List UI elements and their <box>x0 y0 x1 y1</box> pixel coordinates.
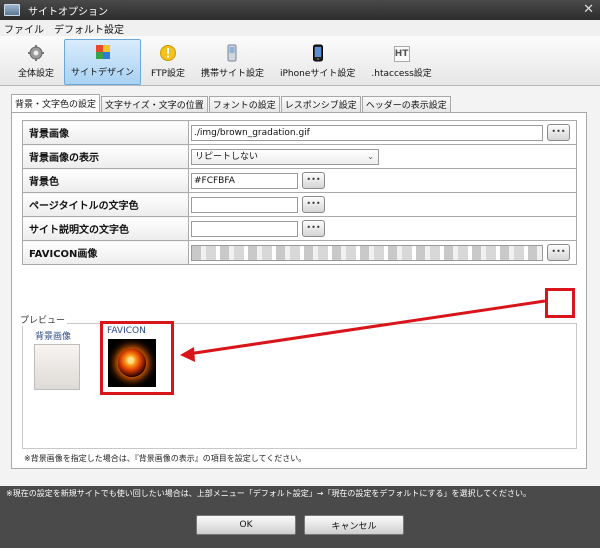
close-button[interactable]: ✕ <box>583 2 594 17</box>
favicon-input[interactable] <box>191 244 543 261</box>
bg-color-picker-button[interactable]: ••• <box>302 172 325 189</box>
tool-label: 携帯サイト設定 <box>200 69 264 79</box>
footer: ※現在の設定を新規サイトでも使い回したい場合は、上部メニュー「デフォルト設定」→… <box>0 486 600 548</box>
settings-table: 背景画像 ./img/brown_gradation.gif ••• 背景画像の表… <box>22 120 577 265</box>
page-title-color-picker-button[interactable]: ••• <box>302 196 325 213</box>
preview-area: 背景画像 FAVICON <box>22 321 577 449</box>
tool-general-settings[interactable]: 全体設定 <box>12 39 60 85</box>
row-site-desc-color: サイト説明文の文字色 ••• <box>22 216 577 241</box>
bg-display-value: リピートしない <box>195 151 259 162</box>
window-title: サイトオプション <box>28 6 108 18</box>
row-bg-image: 背景画像 ./img/brown_gradation.gif ••• <box>22 120 577 145</box>
tool-label: サイトデザイン <box>71 68 135 78</box>
preview-label: プレビュー <box>18 313 68 326</box>
menu-bar: ファイル デフォルト設定 <box>0 20 600 36</box>
ok-button[interactable]: OK <box>196 515 296 535</box>
preview-bg-image <box>34 344 80 390</box>
label-page-title-color: ページタイトルの文字色 <box>22 192 189 217</box>
tool-htaccess-settings[interactable]: HT .htaccess設定 <box>365 39 437 85</box>
tool-label: iPhoneサイト設定 <box>280 69 356 79</box>
cancel-button[interactable]: キャンセル <box>304 515 404 535</box>
tool-iphone-settings[interactable]: iPhoneサイト設定 <box>274 39 361 85</box>
app-icon <box>4 4 20 16</box>
label-bg-image: 背景画像 <box>22 120 189 145</box>
tool-label: .htaccess設定 <box>371 69 432 79</box>
ftp-icon <box>159 44 177 62</box>
tool-ftp-settings[interactable]: FTP設定 <box>145 39 191 85</box>
tool-site-design[interactable]: サイトデザイン <box>64 39 142 85</box>
toolbar: 全体設定 サイトデザイン FTP設定 携帯サイト設定 iPhoneサイト設定 H… <box>0 36 600 86</box>
row-bg-display: 背景画像の表示 リピートしない ⌄ <box>22 144 577 169</box>
site-desc-color-input[interactable] <box>191 220 298 237</box>
tab-text-size-position[interactable]: 文字サイズ・文字の位置 <box>101 96 208 112</box>
menu-file[interactable]: ファイル <box>4 21 44 36</box>
highlight-box-browse <box>545 288 575 318</box>
site-desc-color-picker-button[interactable]: ••• <box>302 220 325 237</box>
bg-image-browse-button[interactable]: ••• <box>547 124 570 141</box>
favicon-image <box>108 339 156 387</box>
bg-image-note: ※背景画像を指定した場合は、『背景画像の表示』の項目を設定してください。 <box>24 454 307 463</box>
design-icon <box>94 43 112 61</box>
tab-bg-text-color[interactable]: 背景・文字色の設定 <box>11 94 101 112</box>
mobile-icon <box>223 44 241 62</box>
row-bg-color: 背景色 #FCFBFA ••• <box>22 168 577 193</box>
label-bg-display: 背景画像の表示 <box>22 144 189 169</box>
gear-icon <box>27 44 45 62</box>
preview-favicon-highlight: FAVICON <box>100 321 174 395</box>
content-area: 背景・文字色の設定 文字サイズ・文字の位置 フォントの設定 レスポンシブ設定 ヘ… <box>0 86 600 486</box>
favicon-browse-button[interactable]: ••• <box>547 244 570 261</box>
tab-responsive-settings[interactable]: レスポンシブ設定 <box>280 96 361 112</box>
bg-color-input[interactable]: #FCFBFA <box>191 172 298 189</box>
tool-label: 全体設定 <box>18 69 55 79</box>
row-page-title-color: ページタイトルの文字色 ••• <box>22 192 577 217</box>
row-favicon: FAVICON画像 ••• <box>22 240 577 265</box>
label-favicon: FAVICON画像 <box>22 240 189 265</box>
chevron-down-icon: ⌄ <box>367 151 374 161</box>
bg-display-select[interactable]: リピートしない ⌄ <box>191 148 379 165</box>
default-settings-note: ※現在の設定を新規サイトでも使い回したい場合は、上部メニュー「デフォルト設定」→… <box>6 489 531 498</box>
label-bg-color: 背景色 <box>22 168 189 193</box>
iphone-icon <box>309 44 327 62</box>
tab-strip: 背景・文字色の設定 文字サイズ・文字の位置 フォントの設定 レスポンシブ設定 ヘ… <box>11 94 452 112</box>
tab-header-display[interactable]: ヘッダーの表示設定 <box>361 96 451 112</box>
tool-label: FTP設定 <box>151 69 185 79</box>
title-bar: サイトオプション ✕ <box>0 0 600 20</box>
menu-default-settings[interactable]: デフォルト設定 <box>54 21 124 36</box>
label-site-desc-color: サイト説明文の文字色 <box>22 216 189 241</box>
preview-bg-title: 背景画像 <box>35 332 72 342</box>
fireball-icon <box>118 349 146 377</box>
preview-favicon-title: FAVICON <box>107 326 146 336</box>
tab-font-settings[interactable]: フォントの設定 <box>208 96 280 112</box>
bg-image-input[interactable]: ./img/brown_gradation.gif <box>191 124 543 141</box>
tool-mobile-settings[interactable]: 携帯サイト設定 <box>195 39 270 85</box>
htaccess-icon: HT <box>393 46 410 62</box>
page-title-color-input[interactable] <box>191 196 298 213</box>
settings-panel: 背景画像 ./img/brown_gradation.gif ••• 背景画像の表… <box>11 112 587 469</box>
